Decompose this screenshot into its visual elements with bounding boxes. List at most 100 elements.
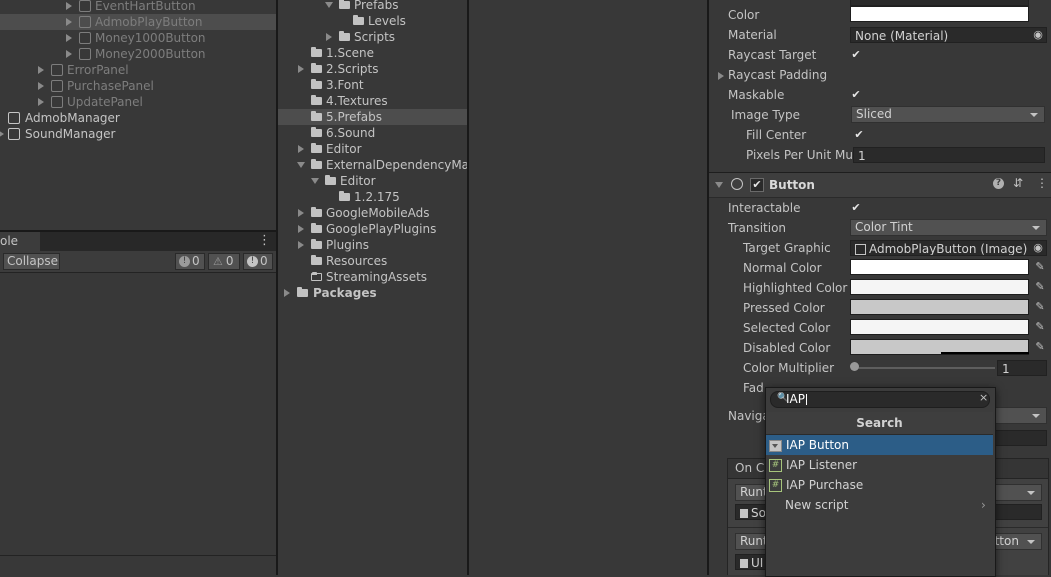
project-item[interactable]: 1.Scene xyxy=(278,45,467,61)
object-picker-icon[interactable]: ◉ xyxy=(1031,28,1045,42)
project-item[interactable]: Packages xyxy=(278,285,467,301)
highlighted-color-swatch[interactable] xyxy=(850,279,1029,295)
project-item[interactable]: 3.Font xyxy=(278,77,467,93)
object-picker-icon[interactable]: ◉ xyxy=(1031,241,1045,255)
color-multiplier-field[interactable]: 1 xyxy=(997,360,1047,376)
transition-dropdown[interactable]: Color Tint xyxy=(850,219,1047,236)
project-item[interactable]: 4.Textures xyxy=(278,93,467,109)
interactable-checkbox[interactable]: ✔ xyxy=(850,202,862,214)
project-item[interactable]: Levels xyxy=(278,13,467,29)
hierarchy-item[interactable]: Money2000Button xyxy=(0,46,276,62)
image-type-dropdown[interactable]: Sliced xyxy=(851,106,1045,123)
expand-arrow-icon[interactable] xyxy=(66,18,72,26)
hierarchy-item[interactable]: SoundManager xyxy=(0,126,276,142)
tab-console[interactable]: ole xyxy=(0,232,40,251)
color-multiplier-slider-track[interactable] xyxy=(855,367,995,369)
project-item[interactable]: Editor xyxy=(278,141,467,157)
expand-arrow-icon[interactable] xyxy=(298,209,304,217)
expand-arrow-icon[interactable] xyxy=(38,98,44,106)
expand-arrow-icon[interactable] xyxy=(66,2,72,10)
hierarchy-item[interactable]: Money1000Button xyxy=(0,30,276,46)
context-menu-icon[interactable]: ⋮ xyxy=(1036,176,1048,190)
expand-arrow-icon[interactable] xyxy=(297,162,305,168)
expand-arrow-icon[interactable] xyxy=(298,225,304,233)
preset-icon[interactable]: ⇵ xyxy=(1013,176,1023,190)
clear-search-icon[interactable]: × xyxy=(979,391,988,404)
expand-arrow-icon[interactable] xyxy=(298,145,304,153)
expand-arrow-icon[interactable] xyxy=(325,2,333,8)
project-item[interactable]: ExternalDependencyMar xyxy=(278,157,467,173)
selected-color-swatch[interactable] xyxy=(850,319,1029,335)
project-item[interactable]: GooglePlayPlugins xyxy=(278,221,467,237)
raycast-target-checkbox[interactable]: ✔ xyxy=(850,49,862,61)
argument-field[interactable] xyxy=(994,504,1042,520)
expand-arrow-icon[interactable] xyxy=(298,241,304,249)
color-swatch[interactable] xyxy=(850,6,1029,22)
raycast-padding-label[interactable]: Raycast Padding xyxy=(728,68,827,82)
project-item[interactable]: Plugins xyxy=(278,237,467,253)
hierarchy-item[interactable]: ErrorPanel xyxy=(0,62,276,78)
project-item[interactable]: 6.Sound xyxy=(278,125,467,141)
expand-arrow-icon[interactable] xyxy=(38,82,44,90)
ppu-field[interactable]: 1 xyxy=(853,147,1045,163)
eyedropper-icon[interactable]: ✎ xyxy=(1033,300,1047,314)
project-item[interactable]: 1.2.175 xyxy=(278,189,467,205)
project-item[interactable]: StreamingAssets xyxy=(278,269,467,285)
collapse-button[interactable]: Collapse xyxy=(3,253,60,270)
eyedropper-icon[interactable]: ✎ xyxy=(1033,280,1047,294)
expand-arrow-icon[interactable] xyxy=(38,66,44,74)
navigation-dropdown[interactable] xyxy=(993,407,1047,424)
expand-arrow-icon[interactable] xyxy=(311,178,319,184)
search-result-iap-purchase[interactable]: # IAP Purchase xyxy=(766,475,993,495)
search-field[interactable]: 🔍 IAP × xyxy=(770,391,990,408)
target-graphic-field[interactable]: AdmobPlayButton (Image) xyxy=(850,240,1047,256)
help-icon[interactable]: ? xyxy=(993,178,1004,189)
info-toggle[interactable]: ! 0 xyxy=(175,253,205,270)
collapse-arrow-icon[interactable] xyxy=(715,182,723,188)
expand-arrow-icon[interactable] xyxy=(66,34,72,42)
expand-arrow-icon[interactable] xyxy=(298,65,304,73)
expand-arrow-icon[interactable] xyxy=(0,130,4,138)
project-item[interactable]: GoogleMobileAds xyxy=(278,205,467,221)
warning-toggle[interactable]: ⚠ 0 xyxy=(208,253,240,270)
project-item[interactable]: Scripts xyxy=(278,29,467,45)
maskable-checkbox[interactable]: ✔ xyxy=(850,89,862,101)
expand-arrow-icon[interactable] xyxy=(66,50,72,58)
eyedropper-icon[interactable]: ✎ xyxy=(1033,320,1047,334)
hierarchy-item[interactable]: AdmobManager xyxy=(0,110,276,126)
visualize-button[interactable] xyxy=(993,430,1047,446)
error-toggle[interactable]: ! 0 xyxy=(243,253,273,270)
search-result-new-script[interactable]: New script › xyxy=(766,495,993,515)
search-result-iap-button[interactable]: IAP Button xyxy=(766,435,993,455)
raycast-padding-arrow-icon[interactable] xyxy=(718,72,724,80)
project-item[interactable]: 2.Scripts xyxy=(278,61,467,77)
kebab-menu-icon[interactable]: ⋮ xyxy=(258,233,271,248)
project-item-selected[interactable]: 5.Prefabs xyxy=(278,109,467,125)
fill-center-checkbox[interactable]: ✔ xyxy=(853,129,865,141)
button-component-header[interactable]: ✔ Button ? ⇵ ⋮ xyxy=(709,172,1051,198)
hierarchy-item[interactable]: PurchasePanel xyxy=(0,78,276,94)
project-item[interactable]: Prefabs xyxy=(278,0,467,13)
eyedropper-icon[interactable]: ✎ xyxy=(1033,340,1047,354)
pressed-color-swatch[interactable] xyxy=(850,299,1029,315)
highlighted-color-label: Highlighted Color xyxy=(743,281,848,295)
console-log-area[interactable] xyxy=(0,273,276,555)
component-enabled-checkbox[interactable]: ✔ xyxy=(750,178,764,192)
project-item[interactable]: Editor xyxy=(278,173,467,189)
hierarchy-item-selected[interactable]: AdmobPlayButton xyxy=(0,14,276,30)
eyedropper-icon[interactable]: ✎ xyxy=(1033,260,1047,274)
function-dropdown[interactable] xyxy=(994,484,1042,501)
disabled-color-swatch[interactable] xyxy=(850,339,1029,355)
expand-arrow-icon[interactable] xyxy=(326,33,332,41)
onclick-label: On Cl xyxy=(735,461,768,475)
hierarchy-item[interactable]: EventHartButton xyxy=(0,0,276,14)
search-result-iap-listener[interactable]: # IAP Listener xyxy=(766,455,993,475)
asset-view[interactable] xyxy=(469,0,707,575)
expand-arrow-icon[interactable] xyxy=(284,289,290,297)
hierarchy-item[interactable]: UpdatePanel xyxy=(0,94,276,110)
color-multiplier-slider-thumb[interactable] xyxy=(850,362,859,371)
prefab-cube-icon xyxy=(51,80,63,92)
normal-color-swatch[interactable] xyxy=(850,259,1029,275)
project-item[interactable]: Resources xyxy=(278,253,467,269)
material-field[interactable]: None (Material) xyxy=(850,27,1047,43)
